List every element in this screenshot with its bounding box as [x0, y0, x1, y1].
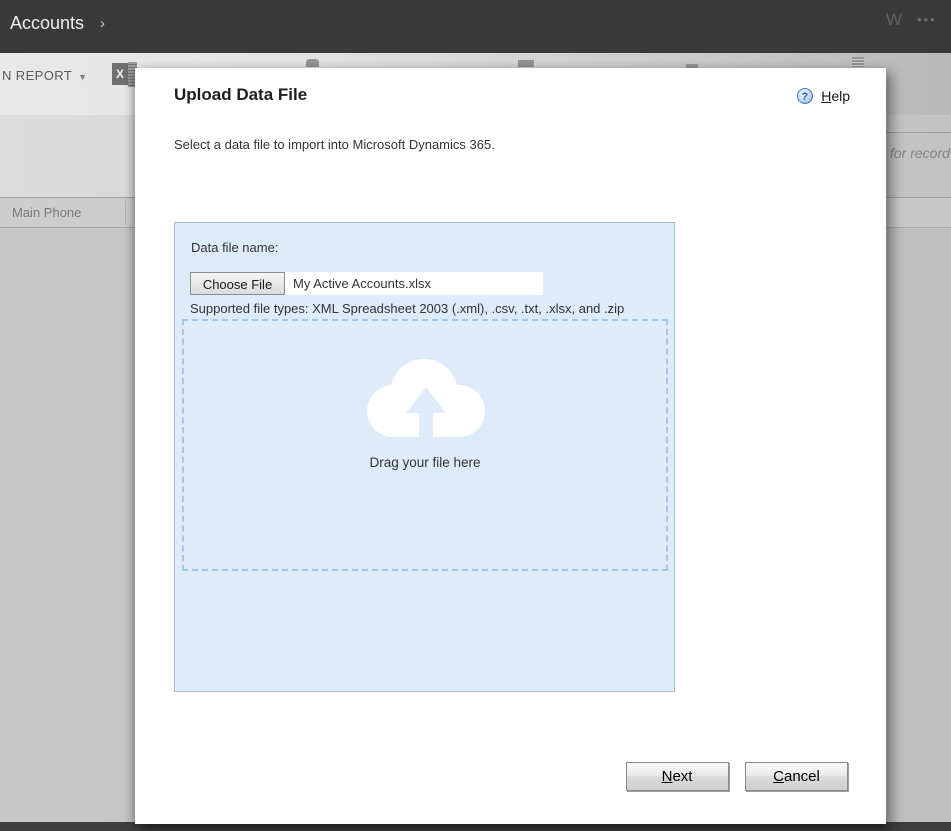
search-records-input[interactable]: for record [890, 145, 950, 161]
excel-glyph: X [112, 63, 128, 85]
drag-drop-zone[interactable]: Drag your file here [182, 319, 668, 571]
cancel-button-label: Cancel [773, 768, 820, 785]
dialog-title: Upload Data File [174, 85, 308, 104]
screen: Accounts › N REPORT ▼ X W ••• for record … [0, 0, 951, 831]
column-header-main-phone[interactable]: Main Phone [12, 205, 81, 220]
toolbar-new-label-fragment[interactable]: W [886, 10, 902, 30]
cloud-upload-icon [360, 353, 490, 445]
help-label-text: Help [821, 87, 850, 104]
help-icon: ? [796, 87, 813, 104]
run-report-label: N REPORT [2, 68, 73, 83]
chevron-right-icon: › [100, 15, 105, 32]
choose-file-button[interactable]: Choose File [190, 272, 285, 295]
file-select-panel: Data file name: Choose File My Active Ac… [174, 222, 675, 692]
data-file-name-label: Data file name: [191, 240, 279, 255]
top-navigation-bar: Accounts › [0, 0, 951, 53]
next-button[interactable]: Next [625, 762, 729, 791]
grid-view-icon-fragment [852, 57, 864, 67]
more-commands-icon[interactable]: ••• [917, 12, 937, 27]
dialog-footer: Next Cancel [614, 762, 848, 791]
chevron-down-icon: ▼ [78, 72, 88, 82]
selected-file-name: My Active Accounts.xlsx [293, 276, 431, 291]
file-input[interactable]: Choose File My Active Accounts.xlsx [190, 272, 543, 295]
upload-data-file-dialog: Upload Data File ? Help Select a data fi… [135, 68, 886, 824]
dialog-subtitle: Select a data file to import into Micros… [174, 137, 495, 152]
next-button-label: Next [661, 768, 693, 785]
toolbar-icon-fragment [518, 60, 534, 67]
help-label: Help [821, 88, 850, 104]
help-link[interactable]: ? Help [796, 87, 850, 105]
dropzone-label: Drag your file here [369, 455, 481, 470]
column-divider [125, 201, 126, 225]
breadcrumb-accounts[interactable]: Accounts [10, 13, 84, 34]
searchbox-divider [886, 132, 951, 133]
cancel-button[interactable]: Cancel [745, 762, 848, 791]
toolbar-icon-fragment [306, 59, 319, 67]
supported-file-types-note: Supported file types: XML Spreadsheet 20… [190, 301, 625, 316]
run-report-button[interactable]: N REPORT ▼ [2, 68, 87, 83]
